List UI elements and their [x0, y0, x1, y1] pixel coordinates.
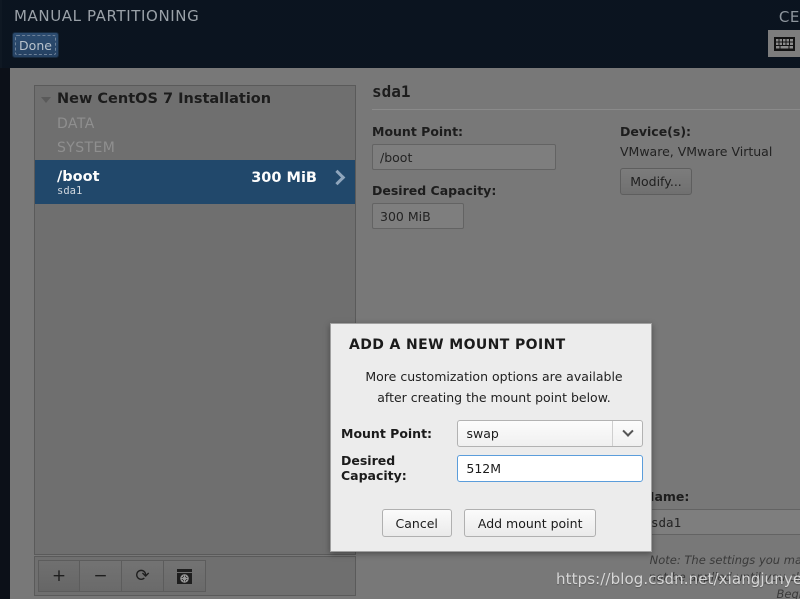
note-line-3: Begi [776, 587, 800, 599]
left-gutter [0, 68, 10, 599]
dialog-actions: Cancel Add mount point [331, 509, 653, 537]
page-title: MANUAL PARTITIONING [14, 7, 200, 25]
chevron-down-icon[interactable] [612, 421, 642, 446]
keyboard-icon [773, 36, 795, 51]
device-panel-toolbar: + − ⟳ [34, 556, 356, 596]
dialog-mount-point-label: Mount Point: [341, 426, 433, 441]
detail-right-column: Device(s): VMware, VMware Virtual Modify… [620, 124, 800, 229]
done-button[interactable]: Done [12, 32, 59, 58]
section-label-data: DATA [35, 112, 355, 136]
desired-capacity-field-value: 512M [466, 460, 502, 476]
refresh-icon: ⟳ [135, 565, 150, 586]
dialog-description-line-2: after creating the mount point below. [377, 390, 611, 405]
devices-value: VMware, VMware Virtual [620, 144, 773, 159]
chevron-down-glyph [621, 425, 634, 437]
device-list: New CentOS 7 Installation DATA SYSTEM /b… [35, 86, 355, 554]
dialog-desired-capacity-label: Desired Capacity: [341, 453, 407, 483]
dialog-description: More customization options are available… [353, 366, 635, 408]
brand-title: CE [778, 8, 800, 26]
desired-capacity-input-value: 300 MiB [380, 208, 431, 224]
tree-root-installation[interactable]: New CentOS 7 Installation [35, 86, 355, 112]
page-body: New CentOS 7 Installation DATA SYSTEM /b… [0, 68, 800, 599]
dialog-form: Mount Point: swap Desired Capacity: 512M [341, 420, 643, 489]
modify-button-label: Modify... [630, 174, 682, 189]
devices-label: Device(s): [620, 124, 692, 139]
plus-icon: + [51, 565, 67, 586]
detail-divider [372, 109, 800, 110]
name-input-value: sda1 [651, 514, 682, 530]
disk-summary-icon [177, 568, 192, 584]
keyboard-layout-indicator[interactable] [768, 30, 800, 57]
mount-point-size: 300 MiB [251, 170, 317, 186]
note-line-2: not be applied until you cli [648, 570, 800, 584]
mount-point-input-value: /boot [380, 149, 413, 165]
detail-title: sda1 [372, 82, 411, 101]
dialog-mount-point-row: Mount Point: swap [341, 420, 643, 447]
mount-point-row-boot[interactable]: /boot sda1 300 MiB [35, 160, 355, 204]
add-mount-point-confirm-label: Add mount point [477, 515, 583, 531]
name-label: Name: [644, 489, 690, 504]
mount-point-label: Mount Point: [372, 124, 464, 139]
cancel-button-label: Cancel [395, 515, 438, 531]
app-header: MANUAL PARTITIONING Done CE [0, 0, 800, 68]
note-line-1: Note: The settings you ma [649, 553, 800, 567]
mount-point-select[interactable]: swap [457, 420, 643, 447]
storage-summary-button[interactable] [164, 560, 206, 592]
device-list-panel: New CentOS 7 Installation DATA SYSTEM /b… [34, 85, 356, 555]
section-label-system: SYSTEM [35, 136, 355, 160]
dialog-description-line-1: More customization options are available [365, 369, 623, 384]
add-mount-point-dialog: ADD A NEW MOUNT POINT More customization… [330, 323, 652, 552]
add-mount-point-confirm-button[interactable]: Add mount point [463, 509, 597, 537]
desired-capacity-input[interactable]: 300 MiB [372, 203, 464, 229]
detail-left-column: Mount Point: /boot Desired Capacity: 300… [372, 124, 620, 229]
mount-point-select-value: swap [466, 426, 499, 441]
section-data-text: DATA [57, 116, 95, 132]
add-mount-point-button[interactable]: + [38, 560, 80, 592]
dialog-title: ADD A NEW MOUNT POINT [349, 337, 566, 353]
section-system-text: SYSTEM [57, 140, 116, 156]
desired-capacity-label: Desired Capacity: [372, 183, 497, 198]
mount-point-input[interactable]: /boot [372, 144, 556, 170]
triangle-down-icon[interactable] [41, 97, 51, 103]
modify-button[interactable]: Modify... [620, 168, 692, 195]
name-input[interactable]: sda1 [644, 509, 800, 535]
name-field-block: Name: sda1 [644, 489, 800, 535]
dialog-capacity-row: Desired Capacity: 512M [341, 453, 643, 483]
mount-point-device: sda1 [57, 185, 83, 197]
remove-mount-point-button[interactable]: − [80, 560, 122, 592]
done-button-label: Done [19, 37, 52, 53]
tree-root-label: New CentOS 7 Installation [57, 91, 272, 107]
minus-icon: − [93, 565, 108, 586]
cancel-button[interactable]: Cancel [381, 509, 452, 537]
desired-capacity-field[interactable]: 512M [457, 454, 643, 482]
refresh-button[interactable]: ⟳ [122, 560, 164, 592]
note-text: Note: The settings you ma not be applied… [552, 552, 800, 599]
detail-columns: Mount Point: /boot Desired Capacity: 300… [372, 124, 800, 229]
